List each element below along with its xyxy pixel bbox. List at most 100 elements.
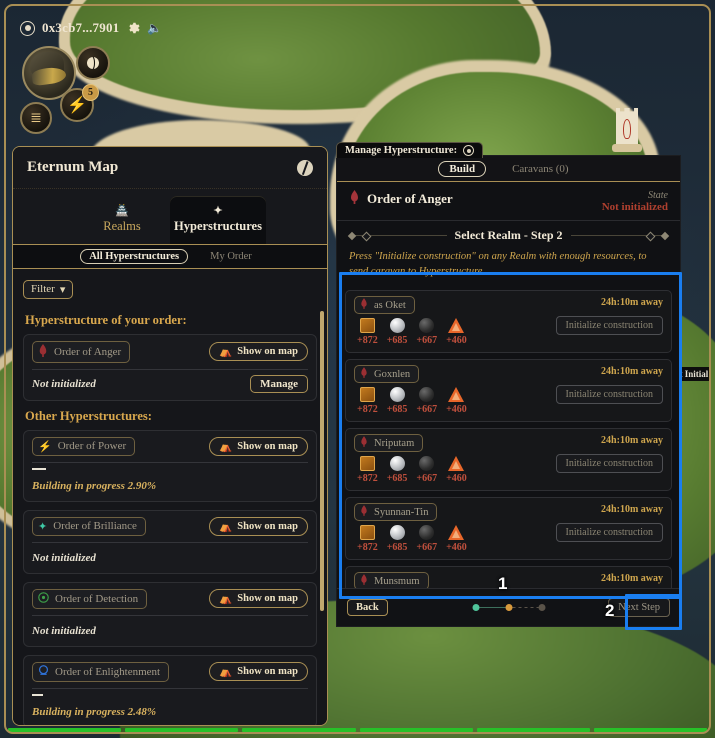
tab-hyperstructures-label: Hyperstructures xyxy=(174,219,262,233)
globe-icon[interactable] xyxy=(297,159,313,176)
tab-hyperstructures[interactable]: ✦ Hyperstructures xyxy=(170,196,266,244)
account-circle-icon[interactable] xyxy=(20,20,35,36)
resource-wood: +872 xyxy=(357,456,378,484)
resource-amount: +667 xyxy=(416,542,438,554)
progress-fill xyxy=(32,693,44,696)
show-on-map-button[interactable]: ⛺ Show on map xyxy=(209,342,308,361)
menu-icon[interactable]: ≣ xyxy=(20,102,52,134)
order-chip: Order of Anger xyxy=(32,340,131,363)
order-of-anger-icon xyxy=(349,190,360,208)
show-on-map-label: Show on map xyxy=(237,520,298,532)
table-row[interactable]: Goxnlen +872 +685 +667 +460 24h:10m away… xyxy=(345,359,672,423)
show-on-map-button[interactable]: ⛺ Show on map xyxy=(209,516,308,536)
step-dot-2[interactable] xyxy=(505,604,512,611)
show-on-map-button[interactable]: ⛺ Show on map xyxy=(209,589,308,608)
realm-name: Goxnlen xyxy=(374,368,411,380)
resource-amount: +685 xyxy=(386,473,408,485)
show-on-map-button[interactable]: ⛺ Show on map xyxy=(209,436,308,456)
section-own-title: Hyperstructure of your order: xyxy=(25,312,187,327)
initialize-construction-button[interactable]: Initialize construction xyxy=(555,454,663,474)
order-of-anger-icon xyxy=(360,574,368,588)
hyperstructure-card-own[interactable]: Order of Anger ⛺ Show on map Not initial… xyxy=(23,333,317,401)
map-pin-icon: ⛺ xyxy=(219,594,233,605)
panel-tabs: 🏯 Realms ✦ Hyperstructures xyxy=(13,189,327,245)
table-row[interactable]: Syunnan-Tin +872 +685 +667 +460 24h:10m … xyxy=(345,497,672,561)
speaker-icon[interactable]: 🔈 xyxy=(147,21,162,36)
hyperstructure-banner-icon[interactable] xyxy=(612,108,642,152)
close-circle-icon[interactable] xyxy=(463,145,475,156)
next-step-button[interactable]: Next Step xyxy=(608,598,670,617)
realm-chip: as Oket xyxy=(354,296,415,315)
filter-button[interactable]: Filter ▾ xyxy=(23,279,74,299)
subtab-all-hyperstructures[interactable]: All Hyperstructures xyxy=(80,249,189,264)
progress-segment xyxy=(359,728,473,732)
resource-amount: +460 xyxy=(446,404,467,416)
hyperstructure-card[interactable]: Order of Enlightenment ⛺ Show on map Bui… xyxy=(23,654,317,725)
globe-icon[interactable] xyxy=(76,46,110,80)
eternum-map-header: Eternum Map xyxy=(13,147,327,189)
realm-chip: Syunnan-Tin xyxy=(354,503,438,522)
account-bar[interactable]: 0x3cb7...7901 🔈 xyxy=(20,20,162,36)
divider xyxy=(32,541,308,543)
show-on-map-button[interactable]: ⛺ Show on map xyxy=(209,662,308,681)
realm-name: Munsmum xyxy=(374,575,420,587)
manage-button[interactable]: Manage xyxy=(250,374,308,393)
table-row[interactable]: as Oket +872 +685 +667 +460 24h:10m away… xyxy=(345,290,672,354)
banner-sigil xyxy=(623,119,631,139)
order-name: Order of Enlightenment xyxy=(55,665,161,678)
show-on-map-label: Show on map xyxy=(237,666,298,677)
hyperstructure-card[interactable]: Order of Detection ⛺ Show on map Not ini… xyxy=(23,581,317,647)
tab-build[interactable]: Build xyxy=(438,160,487,177)
table-row[interactable]: Munsmum +872 +685 +667 +460 24h:10m away… xyxy=(345,566,672,588)
resource-amount: +667 xyxy=(416,473,438,485)
progress-track xyxy=(32,693,308,696)
progress-segment xyxy=(476,728,590,732)
hyperstructure-card[interactable]: ✦ Order of Brilliance ⛺ Show on map Not … xyxy=(23,509,317,574)
step-dot-1[interactable] xyxy=(472,604,479,611)
order-name: Order of Anger xyxy=(54,345,122,358)
realm-chip: Munsmum xyxy=(354,572,429,588)
tab-realms-label: Realms xyxy=(103,219,141,233)
realm-actions: 24h:10m away Initialize construction xyxy=(555,296,663,336)
realm-info: Munsmum +872 +685 +667 +460 xyxy=(354,572,467,588)
progress-segment xyxy=(8,728,122,732)
order-of-anger-icon xyxy=(38,343,48,360)
subtab-my-order[interactable]: My Order xyxy=(202,250,260,263)
hyperstructure-card[interactable]: ⚡ Order of Power ⛺ Show on map Building … xyxy=(23,429,317,502)
order-chip: Order of Detection xyxy=(32,588,148,609)
silver-icon xyxy=(389,318,405,334)
progress-segment xyxy=(125,728,239,732)
resource-amount: +460 xyxy=(446,473,467,485)
manage-hyperstructure-panel: Build Caravans (0) Order of Anger State … xyxy=(336,155,681,627)
tab-caravans[interactable]: Caravans (0) xyxy=(502,162,579,176)
divider xyxy=(32,687,308,689)
table-row[interactable]: Nriputam +872 +685 +667 +460 24h:10m awa… xyxy=(345,428,672,492)
resource-amount: +872 xyxy=(357,473,378,485)
wood-icon xyxy=(359,456,375,472)
resource-coal: +667 xyxy=(416,318,437,346)
status-badge: Building in progress 2.48% xyxy=(32,705,157,718)
scrollbar-thumb[interactable] xyxy=(320,311,324,611)
initialize-construction-button[interactable]: Initialize construction xyxy=(555,385,663,405)
step-header: Select Realm - Step 2 xyxy=(337,221,680,245)
step-dot-3[interactable] xyxy=(538,604,545,611)
resource-amount: +667 xyxy=(416,335,438,347)
silver-icon xyxy=(389,525,405,541)
show-on-map-label: Show on map xyxy=(237,593,298,604)
step-indicator xyxy=(472,604,545,611)
resource-amount: +872 xyxy=(357,335,378,347)
panel-subtabs: All Hyperstructures My Order xyxy=(13,245,327,269)
order-of-anger-icon xyxy=(360,298,368,312)
coal-icon xyxy=(419,525,435,541)
progress-segment xyxy=(593,728,708,732)
tab-realms[interactable]: 🏯 Realms xyxy=(74,196,170,244)
back-button[interactable]: Back xyxy=(347,599,388,616)
map-pin-icon: ⛺ xyxy=(219,347,233,358)
gear-icon[interactable] xyxy=(126,21,140,35)
initialize-construction-button[interactable]: Initialize construction xyxy=(555,523,663,543)
resource-wood: +872 xyxy=(357,318,378,346)
initialize-construction-button[interactable]: Initialize construction xyxy=(555,316,663,336)
manage-hyperstructure-tab[interactable]: Manage Hyperstructure: xyxy=(336,142,484,158)
copper-icon xyxy=(448,525,465,541)
account-address[interactable]: 0x3cb7...7901 xyxy=(42,20,119,36)
